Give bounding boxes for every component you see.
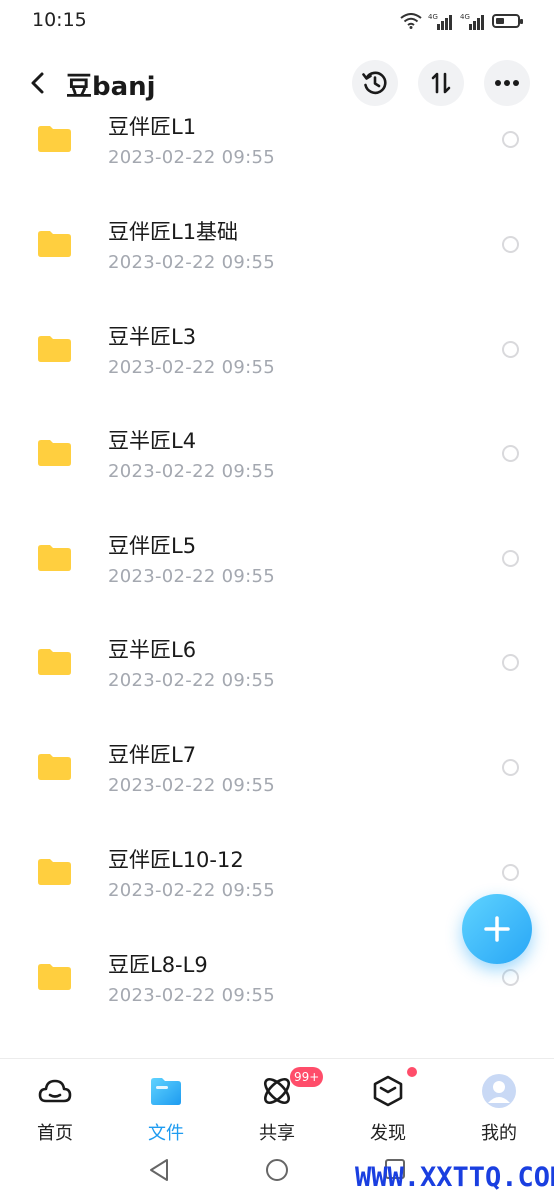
select-radio[interactable] <box>502 969 519 986</box>
nav-share[interactable]: 99+ 共享 <box>222 1059 332 1147</box>
file-row[interactable]: 豆半匠L3 2023-02-22 09:55 <box>0 298 554 402</box>
page-title: 豆banj <box>66 72 156 102</box>
select-radio[interactable] <box>502 654 519 671</box>
select-radio[interactable] <box>502 131 519 148</box>
status-time: 10:15 <box>32 9 87 31</box>
nav-share-label: 共享 <box>259 1123 295 1144</box>
file-row[interactable]: 豆伴匠L7 2023-02-22 09:55 <box>0 716 554 820</box>
file-name: 豆匠L8-L9 <box>108 953 208 977</box>
folder-icon <box>151 1078 181 1105</box>
file-date: 2023-02-22 09:55 <box>108 147 276 168</box>
sort-icon <box>431 72 451 94</box>
folder-icon <box>38 754 71 780</box>
wifi-icon <box>400 13 422 29</box>
signal-icon-1: 4G <box>428 13 452 30</box>
file-name: 豆半匠L4 <box>108 429 197 453</box>
share-badge: 99+ <box>290 1067 324 1087</box>
status-icons: 4G 4G <box>400 12 523 30</box>
add-button[interactable] <box>462 894 532 964</box>
folder-icon <box>38 126 71 152</box>
plus-icon <box>484 916 510 942</box>
select-radio[interactable] <box>502 445 519 462</box>
more-button[interactable] <box>484 60 530 106</box>
back-triangle-icon[interactable] <box>148 1158 170 1182</box>
file-name: 豆伴匠L10-12 <box>108 848 244 872</box>
signal-icon-2: 4G <box>460 13 484 30</box>
select-radio[interactable] <box>502 759 519 776</box>
file-date: 2023-02-22 09:55 <box>108 985 276 1006</box>
folder-icon <box>38 336 71 362</box>
header: 豆banj <box>0 52 554 114</box>
sort-button[interactable] <box>418 60 464 106</box>
folder-icon <box>38 649 71 675</box>
signal-label-2: 4G <box>460 13 470 21</box>
folder-icon <box>38 964 71 990</box>
discover-dot <box>407 1067 417 1077</box>
bottom-nav: 首页 文件 99+ 共享 发现 我的 <box>0 1058 554 1147</box>
nav-discover-label: 发现 <box>370 1123 406 1144</box>
history-button[interactable] <box>352 60 398 106</box>
file-row[interactable]: 豆伴匠L1基础 2023-02-22 09:55 <box>0 193 554 297</box>
file-row[interactable]: 豆伴匠L1 2023-02-22 09:55 <box>0 115 554 193</box>
file-date: 2023-02-22 09:55 <box>108 775 276 796</box>
nav-home[interactable]: 首页 <box>0 1059 110 1147</box>
file-row[interactable]: 豆半匠L4 2023-02-22 09:55 <box>0 402 554 506</box>
select-radio[interactable] <box>502 236 519 253</box>
select-radio[interactable] <box>502 341 519 358</box>
back-icon[interactable] <box>24 68 52 98</box>
file-date: 2023-02-22 09:55 <box>108 880 276 901</box>
history-icon <box>362 71 387 95</box>
file-date: 2023-02-22 09:55 <box>108 357 276 378</box>
nav-profile[interactable]: 我的 <box>444 1059 554 1147</box>
status-bar: 10:15 4G 4G <box>0 0 554 42</box>
select-radio[interactable] <box>502 550 519 567</box>
battery-icon <box>492 14 523 28</box>
nav-discover[interactable]: 发现 <box>333 1059 443 1147</box>
nav-home-label: 首页 <box>37 1123 73 1144</box>
file-name: 豆伴匠L1 <box>108 115 197 139</box>
file-date: 2023-02-22 09:55 <box>108 252 276 273</box>
folder-icon <box>38 859 71 885</box>
select-radio[interactable] <box>502 864 519 881</box>
file-row[interactable]: 豆伴匠L5 2023-02-22 09:55 <box>0 507 554 611</box>
file-date: 2023-02-22 09:55 <box>108 461 276 482</box>
file-name: 豆伴匠L1基础 <box>108 220 239 244</box>
file-name: 豆伴匠L7 <box>108 743 197 767</box>
folder-icon <box>38 545 71 571</box>
watermark: WWW.XXTTQ.COM <box>355 1162 554 1193</box>
nav-profile-label: 我的 <box>481 1123 517 1144</box>
file-row[interactable]: 豆半匠L6 2023-02-22 09:55 <box>0 611 554 715</box>
nav-files-label: 文件 <box>148 1123 184 1144</box>
file-name: 豆半匠L6 <box>108 638 197 662</box>
cloud-home-icon <box>38 1079 72 1103</box>
file-date: 2023-02-22 09:55 <box>108 566 276 587</box>
more-icon <box>495 80 519 86</box>
nav-files[interactable]: 文件 <box>111 1059 221 1147</box>
home-circle-icon[interactable] <box>265 1158 289 1182</box>
discover-cube-icon <box>373 1075 403 1107</box>
file-date: 2023-02-22 09:55 <box>108 670 276 691</box>
file-name: 豆伴匠L5 <box>108 534 197 558</box>
avatar-icon <box>482 1074 516 1108</box>
folder-icon <box>38 440 71 466</box>
signal-label-1: 4G <box>428 13 438 21</box>
file-name: 豆半匠L3 <box>108 325 197 349</box>
folder-icon <box>38 231 71 257</box>
